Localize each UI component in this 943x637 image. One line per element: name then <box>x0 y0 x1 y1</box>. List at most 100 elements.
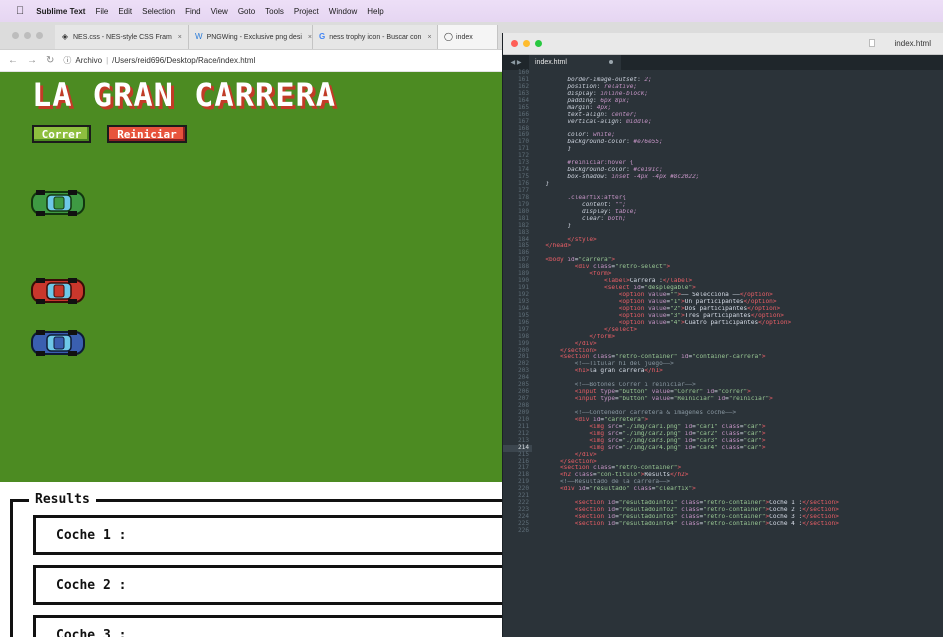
code-line[interactable]: </div> <box>538 341 938 348</box>
menu-file[interactable]: File <box>95 7 108 16</box>
code-line[interactable]: <h2 class="con-titulo">Results</h2> <box>538 472 938 479</box>
code-line[interactable]: <section class="retro-container" id="con… <box>538 354 938 361</box>
close-dot-icon[interactable] <box>511 40 518 47</box>
reiniciar-button[interactable]: Reiniciar <box>107 125 187 143</box>
code-line[interactable]: <!——Contenedor carretera & imagenes coch… <box>538 410 938 417</box>
code-line[interactable]: </form> <box>538 334 938 341</box>
forward-arrow-icon[interactable]: → <box>27 55 37 66</box>
code-line[interactable]: <div class="retro-select"> <box>538 264 938 271</box>
apple-icon[interactable]:  <box>16 5 24 17</box>
code-line[interactable]: <div id="carretera"> <box>538 417 938 424</box>
zoom-dot-icon[interactable] <box>535 40 542 47</box>
code-line[interactable]: </section> <box>538 348 938 355</box>
menu-help[interactable]: Help <box>367 7 383 16</box>
code-line[interactable] <box>538 153 938 160</box>
code-line[interactable]: vertical-align: middle; <box>538 119 938 126</box>
code-line[interactable]: <section class="retro-container"> <box>538 465 938 472</box>
code-line[interactable]: display: inline-block; <box>538 91 938 98</box>
code-line[interactable]: <h1>la gran carrera</h1> <box>538 368 938 375</box>
code-line[interactable] <box>538 230 938 237</box>
code-line[interactable]: text-align: center; <box>538 112 938 119</box>
browser-tab-index[interactable]: ◯ index <box>438 25 498 49</box>
code-line[interactable]: <img src="./img/car3.png" id="car3" clas… <box>538 438 938 445</box>
code-line[interactable]: border-image-outset: 2; <box>538 77 938 84</box>
close-icon[interactable]: × <box>427 34 431 41</box>
menu-view[interactable]: View <box>211 7 228 16</box>
url-field[interactable]: /Users/reid696/Desktop/Race/index.html <box>112 56 255 65</box>
code-line[interactable]: position: relative; <box>538 84 938 91</box>
code-line[interactable]: </head> <box>538 243 938 250</box>
close-icon[interactable]: × <box>308 34 312 41</box>
code-line[interactable]: <option value="">—— Selecciona ——</optio… <box>538 292 938 299</box>
code-line[interactable] <box>538 250 938 257</box>
code-line[interactable]: </style> <box>538 237 938 244</box>
browser-tab-google[interactable]: G ness trophy icon - Buscar con × <box>313 25 438 49</box>
menu-window[interactable]: Window <box>329 7 357 16</box>
info-icon[interactable]: ⓘ <box>63 55 71 66</box>
code-line[interactable]: box-shadow: inset -4px -4px #8c2022; <box>538 174 938 181</box>
code-line[interactable]: .clearfix:after{ <box>538 195 938 202</box>
code-line[interactable]: <section id="resultadoInfo1" class="retr… <box>538 500 938 507</box>
code-line[interactable]: <section id="resultadoInfo3" class="retr… <box>538 514 938 521</box>
code-text[interactable]: border-image-outset: 2; position: relati… <box>538 70 938 535</box>
browser-tab-nes-css[interactable]: ◈ NES.css - NES-style CSS Fram × <box>55 25 189 49</box>
code-line[interactable] <box>538 126 938 133</box>
close-dot-icon[interactable] <box>12 32 19 39</box>
code-line[interactable]: <section id="resultadoInfo4" class="retr… <box>538 521 938 528</box>
reload-icon[interactable]: ↻ <box>46 55 54 66</box>
code-line[interactable] <box>538 188 938 195</box>
code-line[interactable]: </section> <box>538 459 938 466</box>
code-line[interactable] <box>538 70 938 77</box>
zoom-dot-icon[interactable] <box>36 32 43 39</box>
code-line[interactable]: <option value="2">Dos participantes</opt… <box>538 306 938 313</box>
code-line[interactable]: <section id="resultadoInfo2" class="retr… <box>538 507 938 514</box>
code-line[interactable]: <div id="resultado" class="clearfix"> <box>538 486 938 493</box>
tab-nav-arrows-icon[interactable]: ◀ ▶ <box>503 55 529 70</box>
menu-find[interactable]: Find <box>185 7 201 16</box>
browser-tab-pngwing[interactable]: W PNGWing - Exclusive png desi × <box>189 25 313 49</box>
code-line[interactable]: padding: 6px 8px; <box>538 98 938 105</box>
code-line[interactable]: } <box>538 146 938 153</box>
code-editor[interactable]: 160 161 162 163 164 165 166 167 168 169 170 171 172 1… <box>503 69 943 637</box>
code-line[interactable]: <body id="carrera"> <box>538 257 938 264</box>
code-line[interactable]: color: white; <box>538 132 938 139</box>
code-line[interactable]: <option value="3">Tres participantes</op… <box>538 313 938 320</box>
minimize-dot-icon[interactable] <box>523 40 530 47</box>
code-line[interactable]: <img src="./img/car2.png" id="car2" clas… <box>538 431 938 438</box>
code-line[interactable]: background-color: #e76e55; <box>538 139 938 146</box>
menu-tools[interactable]: Tools <box>265 7 284 16</box>
menu-project[interactable]: Project <box>294 7 319 16</box>
code-line[interactable]: <select id="desplegable"> <box>538 285 938 292</box>
code-line[interactable]: display: table; <box>538 209 938 216</box>
code-line[interactable]: background-color: #ce191c; <box>538 167 938 174</box>
code-line[interactable]: <img src="./img/car4.png" id="car4" clas… <box>538 445 938 452</box>
minimize-dot-icon[interactable] <box>24 32 31 39</box>
app-menu[interactable]: Sublime Text <box>36 7 85 16</box>
code-line[interactable]: <!——Botones Correr i reiniciar——> <box>538 382 938 389</box>
code-line[interactable]: <!——Titular h1 del juego——> <box>538 361 938 368</box>
menu-edit[interactable]: Edit <box>118 7 132 16</box>
code-line[interactable]: </div> <box>538 452 938 459</box>
code-line[interactable]: content: ""; <box>538 202 938 209</box>
code-line[interactable]: <input type="button" value="Correr" id="… <box>538 389 938 396</box>
code-line[interactable]: <input type="button" value="Reiniciar" i… <box>538 396 938 403</box>
code-line[interactable]: clear: both; <box>538 216 938 223</box>
code-line[interactable]: <label>Carrera :</label> <box>538 278 938 285</box>
code-line[interactable]: #reiniciar:hover { <box>538 160 938 167</box>
code-line[interactable] <box>538 528 938 535</box>
code-line[interactable]: </select> <box>538 327 938 334</box>
code-line[interactable]: margin: 4px; <box>538 105 938 112</box>
tab-index-html[interactable]: index.html <box>529 55 621 70</box>
code-line[interactable]: <option value="1">Un participantes</opti… <box>538 299 938 306</box>
code-line[interactable] <box>538 493 938 500</box>
code-line[interactable]: } <box>538 181 938 188</box>
code-line[interactable] <box>538 375 938 382</box>
back-arrow-icon[interactable]: ← <box>8 55 18 66</box>
code-line[interactable]: } <box>538 223 938 230</box>
code-line[interactable]: <img src="./img/car1.png" id="car1" clas… <box>538 424 938 431</box>
code-line[interactable]: <option value="4">Cuatro participantes</… <box>538 320 938 327</box>
correr-button[interactable]: Correr <box>32 125 91 143</box>
menu-goto[interactable]: Goto <box>238 7 255 16</box>
code-line[interactable] <box>538 403 938 410</box>
code-line[interactable]: <form> <box>538 271 938 278</box>
